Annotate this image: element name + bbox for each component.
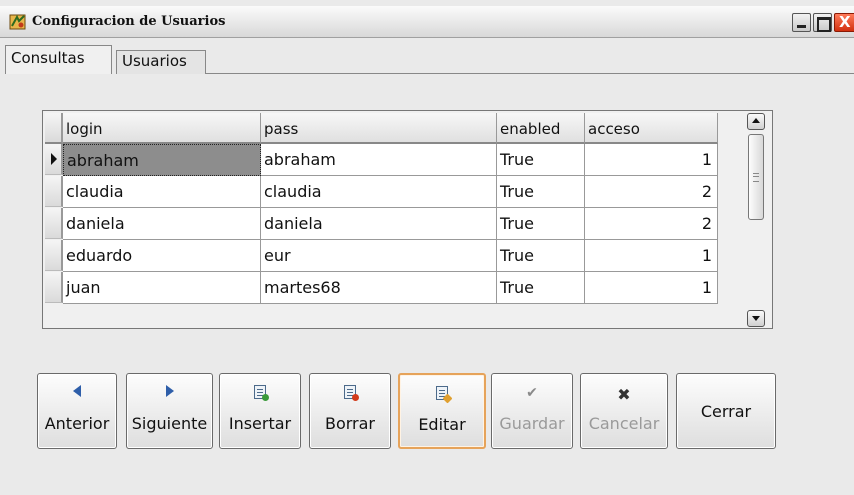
siguiente-label: Siguiente: [131, 414, 208, 433]
row-header[interactable]: [45, 176, 63, 207]
table-cell-login[interactable]: eduardo: [63, 240, 261, 272]
column-header-pass[interactable]: pass: [261, 113, 497, 144]
app-icon: [9, 14, 26, 30]
tab-consultas[interactable]: Consultas: [5, 45, 112, 74]
column-header-login[interactable]: login: [63, 113, 261, 144]
table-cell-acceso[interactable]: 2: [585, 208, 718, 240]
minimize-button[interactable]: [792, 13, 811, 32]
close-icon: X: [839, 13, 851, 31]
table-cell-enabled[interactable]: True: [497, 144, 585, 176]
edit-record-icon: [400, 386, 484, 404]
insertar-button[interactable]: Insertar: [219, 373, 301, 449]
scroll-up-button[interactable]: [747, 113, 765, 130]
tab-usuarios[interactable]: Usuarios: [116, 50, 206, 74]
table-cell-acceso[interactable]: 1: [585, 272, 718, 304]
window-title: Configuracion de Usuarios: [32, 14, 226, 29]
borrar-label: Borrar: [324, 414, 376, 433]
grid-corner: [45, 113, 63, 144]
current-row-arrow-icon: [51, 153, 57, 165]
cancelar-label: Cancelar: [588, 414, 660, 433]
table-cell-acceso[interactable]: 1: [585, 144, 718, 176]
checkmark-icon: ✔: [526, 385, 538, 401]
insert-record-icon: [220, 385, 300, 401]
scroll-down-button[interactable]: [747, 310, 765, 327]
column-header-enabled[interactable]: enabled: [497, 113, 585, 144]
table-cell-login[interactable]: daniela: [63, 208, 261, 240]
row-header-selected[interactable]: [45, 144, 63, 175]
arrow-left-icon: [38, 385, 116, 401]
column-header-acceso[interactable]: acceso: [585, 113, 718, 144]
delete-record-icon: [310, 385, 390, 401]
table-cell-login[interactable]: juan: [63, 272, 261, 304]
borrar-button[interactable]: Borrar: [309, 373, 391, 449]
editar-button[interactable]: Editar: [398, 373, 486, 449]
cancel-x-icon: ✖: [617, 385, 631, 404]
maximize-button[interactable]: [813, 13, 832, 32]
guardar-label: Guardar: [499, 414, 565, 433]
cerrar-label: Cerrar: [700, 402, 752, 421]
editar-label: Editar: [418, 415, 466, 434]
arrow-right-icon: [127, 385, 212, 401]
table-cell-enabled[interactable]: True: [497, 240, 585, 272]
users-grid[interactable]: login pass enabled acceso abraham abraha…: [42, 110, 773, 329]
title-bar[interactable]: Configuracion de Usuarios X: [0, 6, 854, 38]
table-cell-pass[interactable]: daniela: [261, 208, 497, 240]
table-cell-enabled[interactable]: True: [497, 208, 585, 240]
app-window: Configuracion de Usuarios X Consultas Us…: [0, 0, 854, 495]
close-window-button[interactable]: X: [834, 13, 854, 32]
table-cell-enabled[interactable]: True: [497, 176, 585, 208]
table-cell-acceso[interactable]: 1: [585, 240, 718, 272]
table-cell-acceso[interactable]: 2: [585, 176, 718, 208]
scroll-thumb[interactable]: [748, 134, 764, 220]
cancelar-button[interactable]: ✖ Cancelar: [580, 373, 668, 449]
table-cell-pass[interactable]: eur: [261, 240, 497, 272]
row-header[interactable]: [45, 208, 63, 239]
cerrar-button[interactable]: Cerrar: [676, 373, 776, 449]
table-cell-pass[interactable]: claudia: [261, 176, 497, 208]
row-header[interactable]: [45, 240, 63, 271]
anterior-button[interactable]: Anterior: [37, 373, 117, 449]
vertical-scrollbar[interactable]: [747, 113, 765, 327]
insertar-label: Insertar: [228, 414, 292, 433]
table-cell-pass[interactable]: martes68: [261, 272, 497, 304]
siguiente-button[interactable]: Siguiente: [126, 373, 213, 449]
row-header[interactable]: [45, 272, 63, 303]
anterior-label: Anterior: [44, 414, 110, 433]
tab-divider: [206, 73, 854, 74]
tab-strip: Consultas Usuarios: [0, 39, 854, 75]
table-cell-enabled[interactable]: True: [497, 272, 585, 304]
table-cell-login[interactable]: abraham: [63, 144, 261, 176]
table-cell-pass[interactable]: abraham: [261, 144, 497, 176]
table-cell-login[interactable]: claudia: [63, 176, 261, 208]
guardar-button[interactable]: ✔ Guardar: [491, 373, 573, 449]
